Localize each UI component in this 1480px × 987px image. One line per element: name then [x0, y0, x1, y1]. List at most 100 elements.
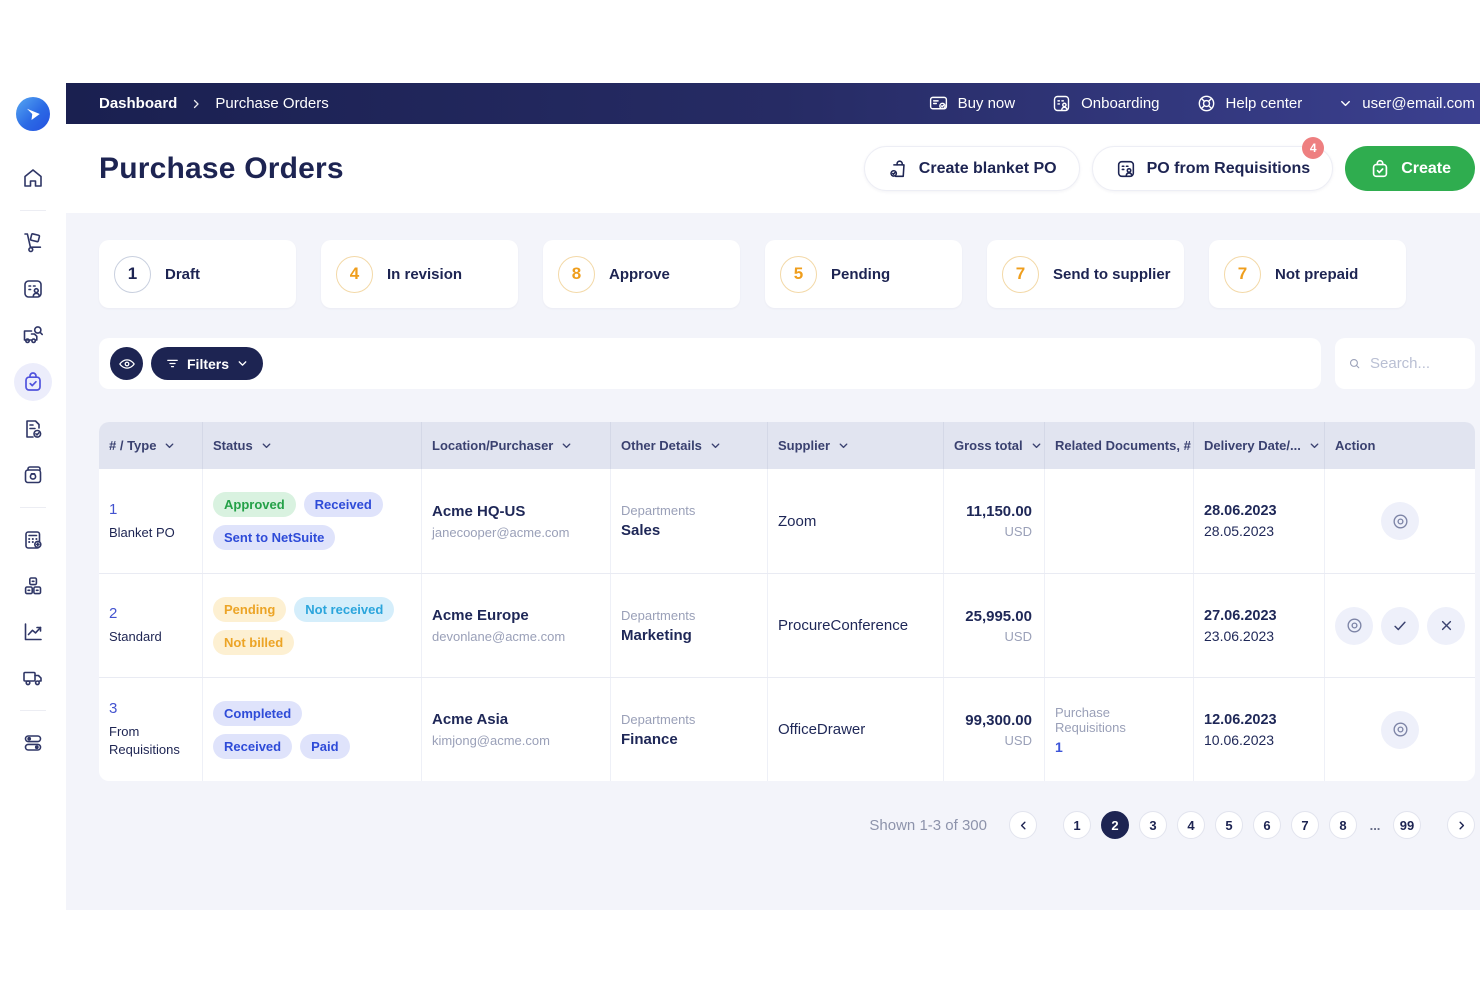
currency-code: USD: [1005, 733, 1032, 748]
create-bag-icon: [1369, 158, 1391, 180]
page-button-8[interactable]: 8: [1329, 811, 1357, 839]
delivery-date-secondary: 28.05.2023: [1204, 523, 1314, 539]
page-button-5[interactable]: 5: [1215, 811, 1243, 839]
status-card-in-revision[interactable]: 4 In revision: [321, 240, 518, 308]
status-card-send-to-supplier[interactable]: 7 Send to supplier: [987, 240, 1184, 308]
sort-chevron-icon: [163, 439, 176, 452]
gross-total-amount: 11,150.00: [966, 503, 1032, 520]
status-badge: Received: [213, 734, 292, 759]
sidebar-item-reports[interactable]: [21, 620, 45, 644]
status-card-pending[interactable]: 5 Pending: [765, 240, 962, 308]
sidebar-item-configuration[interactable]: [21, 731, 45, 755]
po-number-link[interactable]: 1: [109, 501, 192, 518]
settings-toggles-icon: [21, 731, 45, 755]
sidebar-item-receipts[interactable]: [21, 417, 45, 441]
page-button-3[interactable]: 3: [1139, 811, 1167, 839]
credit-card-icon: [928, 93, 949, 114]
table-row: 2 Standard Pending Not received Not bill…: [99, 573, 1475, 677]
create-blanket-po-button[interactable]: Create blanket PO: [864, 146, 1080, 191]
column-header-type[interactable]: # / Type: [99, 422, 203, 469]
filters-button[interactable]: Filters: [151, 347, 263, 380]
sidebar-item-suppliers[interactable]: [21, 666, 45, 690]
cell-id-type: 3 From Requisitions: [99, 678, 203, 781]
po-requisitions-icon: [1115, 158, 1137, 180]
departments-label: Departments: [621, 608, 757, 623]
reject-button[interactable]: [1427, 607, 1465, 645]
sidebar-item-requisitions[interactable]: [21, 277, 45, 301]
column-header-supplier[interactable]: Supplier: [768, 422, 944, 469]
po-type: From Requisitions: [109, 723, 192, 758]
page-button-7[interactable]: 7: [1291, 811, 1319, 839]
sidebar-divider: [20, 710, 46, 711]
page-button-4[interactable]: 4: [1177, 811, 1205, 839]
cell-delivery-date: 27.06.2023 23.06.2023: [1194, 574, 1325, 677]
create-button[interactable]: Create: [1345, 146, 1475, 191]
cell-location: Acme HQ-US janecooper@acme.com: [422, 469, 611, 573]
sidebar-item-purchase-orders-active[interactable]: [14, 363, 52, 401]
cell-supplier: Zoom: [768, 469, 944, 573]
sidebar-item-invoices[interactable]: [21, 463, 45, 487]
related-documents-label: Purchase Requisitions: [1055, 705, 1183, 735]
approve-label: Approve: [609, 266, 670, 283]
po-number-link[interactable]: 2: [109, 605, 192, 622]
delivery-date: 28.06.2023: [1204, 503, 1314, 519]
breadcrumb-purchase-orders: Purchase Orders: [215, 95, 328, 112]
close-icon: [1438, 617, 1455, 634]
column-header-gross-total[interactable]: Gross total: [944, 422, 1045, 469]
view-icon: [1391, 512, 1410, 531]
po-number-link[interactable]: 3: [109, 700, 192, 717]
view-button[interactable]: [1381, 502, 1419, 540]
status-card-draft[interactable]: 1 Draft: [99, 240, 296, 308]
main-area: Dashboard Purchase Orders Buy now Onboar…: [66, 0, 1480, 987]
po-from-requisitions-button[interactable]: PO from Requisitions 4: [1092, 146, 1334, 191]
column-header-status[interactable]: Status: [203, 422, 422, 469]
user-menu[interactable]: user@email.com: [1338, 95, 1475, 112]
cell-status: Pending Not received Not billed: [203, 574, 422, 677]
cell-other-details: Departments Sales: [611, 469, 768, 573]
department-value: Sales: [621, 522, 757, 539]
page-button-1[interactable]: 1: [1063, 811, 1091, 839]
app-logo-icon[interactable]: [16, 97, 50, 131]
page-button-2-active[interactable]: 2: [1101, 811, 1129, 839]
purchase-orders-app: Dashboard Purchase Orders Buy now Onboar…: [0, 0, 1480, 987]
view-button[interactable]: [1335, 607, 1373, 645]
not-prepaid-label: Not prepaid: [1275, 266, 1358, 283]
buy-now-button[interactable]: Buy now: [928, 93, 1016, 114]
sort-chevron-icon: [1308, 439, 1321, 452]
related-document-link[interactable]: 1: [1055, 739, 1183, 755]
page-button-6[interactable]: 6: [1253, 811, 1281, 839]
status-card-not-prepaid[interactable]: 7 Not prepaid: [1209, 240, 1406, 308]
onboarding-button[interactable]: Onboarding: [1051, 93, 1159, 114]
sidebar-divider: [20, 507, 46, 508]
page-button-99[interactable]: 99: [1393, 811, 1421, 839]
view-button[interactable]: [1381, 711, 1419, 749]
breadcrumb-dashboard[interactable]: Dashboard: [99, 95, 177, 112]
content-panel: 1 Draft 4 In revision 8 Approve 5 Pendin…: [66, 213, 1480, 910]
column-header-delivery-date[interactable]: Delivery Date/...: [1194, 422, 1325, 469]
status-card-approve[interactable]: 8 Approve: [543, 240, 740, 308]
approve-button[interactable]: [1381, 607, 1419, 645]
not-prepaid-count: 7: [1224, 256, 1261, 293]
previous-page-button[interactable]: [1009, 811, 1037, 839]
receipt-folder-icon: [21, 463, 45, 487]
user-email: user@email.com: [1362, 95, 1475, 112]
column-header-location[interactable]: Location/Purchaser: [422, 422, 611, 469]
sidebar-item-warehouse-requests[interactable]: [21, 231, 45, 255]
sidebar-item-rfq[interactable]: [21, 323, 45, 347]
next-page-button[interactable]: [1447, 811, 1475, 839]
chevron-down-icon: [236, 357, 249, 370]
top-navbar: Dashboard Purchase Orders Buy now Onboar…: [66, 83, 1480, 124]
department-value: Marketing: [621, 627, 757, 644]
sidebar-item-home[interactable]: [21, 166, 45, 190]
sidebar-item-budgets[interactable]: [21, 528, 45, 552]
delivery-date-secondary: 23.06.2023: [1204, 628, 1314, 644]
cell-supplier: ProcureConference: [768, 574, 944, 677]
sidebar-item-inventory[interactable]: [21, 574, 45, 598]
help-center-button[interactable]: Help center: [1196, 93, 1303, 114]
po-from-requisitions-label: PO from Requisitions: [1147, 160, 1311, 178]
column-header-other-details[interactable]: Other Details: [611, 422, 768, 469]
cell-delivery-date: 28.06.2023 28.05.2023: [1194, 469, 1325, 573]
search-input[interactable]: [1370, 355, 1462, 372]
cell-supplier: OfficeDrawer: [768, 678, 944, 781]
column-visibility-button[interactable]: [110, 347, 143, 380]
